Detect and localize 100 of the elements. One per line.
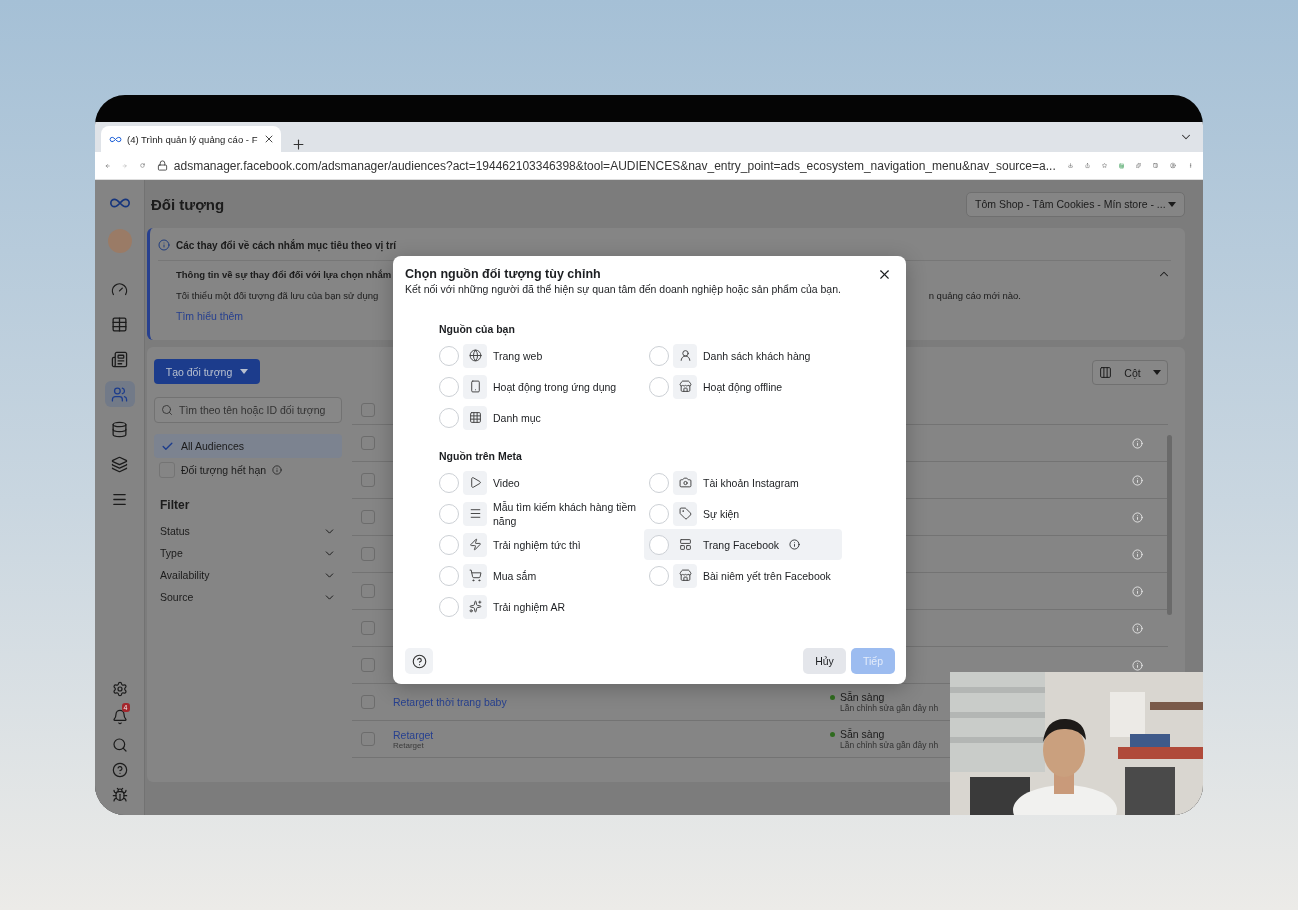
- checkbox[interactable]: [361, 547, 375, 561]
- checkbox[interactable]: [361, 402, 375, 417]
- radio-button[interactable]: [649, 376, 669, 397]
- option-label[interactable]: Bài niêm yết trên Facebook: [703, 568, 831, 583]
- store-icon: [673, 563, 697, 588]
- option-label[interactable]: Trang Facebook: [703, 537, 780, 552]
- help-button[interactable]: [405, 648, 433, 674]
- radio-button[interactable]: [439, 407, 459, 428]
- checkbox[interactable]: [361, 658, 375, 672]
- search-icon: [161, 404, 173, 416]
- checkbox[interactable]: [361, 473, 375, 487]
- notice-subheading: Thông tin về sự thay đổi đối với lựa chọn nhắm: [176, 268, 392, 280]
- option-label[interactable]: Hoạt động offline: [703, 379, 783, 394]
- option-label[interactable]: Tài khoản Instagram: [703, 475, 799, 490]
- radio-button[interactable]: [439, 503, 459, 524]
- view-item-selected[interactable]: All Audiences: [154, 434, 342, 458]
- person-icon: [673, 343, 697, 368]
- radio-button[interactable]: [649, 565, 669, 586]
- option-label[interactable]: Mua sắm: [493, 568, 537, 583]
- filter-label[interactable]: Status: [160, 525, 190, 537]
- columns-icon: [1099, 366, 1113, 379]
- lightning-icon: [463, 532, 487, 557]
- play-icon: [463, 470, 487, 495]
- notice-text: n quảng cáo mới nào.: [928, 289, 1021, 301]
- globe-icon: [463, 343, 487, 368]
- filter-label[interactable]: Availability: [160, 569, 210, 581]
- search-field[interactable]: Tìm theo tên hoặc ID đối tượng: [154, 397, 342, 423]
- bug-icon[interactable]: [111, 787, 128, 803]
- option-label[interactable]: Trải nghiệm AR: [493, 599, 565, 614]
- sparkle-icon: [463, 594, 487, 619]
- radio-button[interactable]: [649, 345, 669, 366]
- option-label[interactable]: Danh sách khách hàng: [703, 348, 811, 363]
- checkbox[interactable]: [361, 732, 375, 746]
- filter-label[interactable]: Source: [160, 591, 194, 603]
- filter-label[interactable]: Type: [160, 547, 183, 559]
- dialog-title: Chọn nguồn đối tượng tùy chỉnh: [405, 267, 602, 281]
- option-label[interactable]: Danh mục: [493, 410, 541, 425]
- option-label[interactable]: Trải nghiệm tức thì: [493, 537, 581, 552]
- phone-icon: [463, 374, 487, 399]
- bell-icon[interactable]: [111, 709, 128, 725]
- radio-button[interactable]: [439, 565, 459, 586]
- radio-button[interactable]: [439, 596, 459, 617]
- radio-button[interactable]: [439, 376, 459, 397]
- close-icon[interactable]: [877, 267, 892, 282]
- status-dot: [830, 731, 835, 737]
- layers-icon: [111, 455, 128, 473]
- radio-button[interactable]: [439, 534, 459, 555]
- nav-item[interactable]: [104, 381, 135, 407]
- checkbox[interactable]: [361, 695, 375, 709]
- account-dropdown[interactable]: Tôm Shop - Tâm Cookies - Mín store - ...: [966, 191, 1185, 217]
- section-heading: Nguồn của bạn: [439, 323, 516, 335]
- option-label[interactable]: Trang web: [493, 348, 543, 363]
- pages-icon: [111, 350, 128, 368]
- cart-icon: [463, 563, 487, 588]
- scrollbar[interactable]: [1167, 435, 1172, 615]
- checkbox[interactable]: [361, 510, 375, 524]
- option-label[interactable]: Video: [493, 475, 520, 490]
- page-title: Đối tượng: [151, 195, 225, 213]
- audience-type: Retarget: [393, 740, 424, 750]
- cancel-button[interactable]: Hủy: [803, 648, 846, 674]
- option-highlight[interactable]: Trang Facebook: [644, 529, 842, 560]
- info-icon: [1132, 548, 1143, 560]
- avatar-icon[interactable]: [107, 229, 132, 253]
- notice-text: Tối thiểu một đối tượng đã lưu của bạn sử dụng: [176, 289, 379, 301]
- settings-icon[interactable]: [111, 681, 128, 697]
- option-label[interactable]: Hoạt động trong ứng dụng: [493, 379, 617, 394]
- radio-button[interactable]: [649, 472, 669, 493]
- camera-icon: [673, 470, 697, 495]
- info-icon: [1132, 585, 1143, 597]
- create-audience-button[interactable]: Tạo đối tượng: [154, 359, 260, 384]
- info-icon: [1132, 622, 1143, 634]
- status-note: Lần chỉnh sửa gần đây nh: [840, 740, 939, 750]
- info-icon: [1132, 474, 1143, 486]
- filter-heading: Filter: [160, 498, 191, 512]
- help-icon[interactable]: [111, 762, 128, 778]
- checkbox[interactable]: [361, 584, 375, 598]
- help-icon: [411, 653, 427, 669]
- view-label[interactable]: All Audiences: [181, 440, 245, 452]
- radio-button[interactable]: [649, 534, 669, 555]
- tag-icon: [673, 501, 697, 526]
- store-icon: [673, 374, 697, 399]
- radio-button[interactable]: [439, 345, 459, 366]
- checkbox[interactable]: [361, 621, 375, 635]
- info-icon: [1132, 511, 1143, 523]
- new-tab-icon[interactable]: [291, 137, 306, 152]
- people-icon: [111, 385, 128, 403]
- close-icon[interactable]: [263, 133, 275, 145]
- radio-button[interactable]: [649, 503, 669, 524]
- search-icon[interactable]: [111, 737, 128, 753]
- lock-icon: [156, 160, 168, 171]
- checkbox[interactable]: [361, 436, 375, 450]
- view-label[interactable]: Đối tượng hết hạn: [181, 464, 267, 476]
- info-icon: [1132, 659, 1143, 671]
- browser-tab[interactable]: (4) Trình quản lý quảng cáo - F: [101, 126, 281, 152]
- grid-icon: [463, 405, 487, 430]
- info-icon: [158, 239, 170, 251]
- option-label[interactable]: Sự kiện: [703, 506, 740, 521]
- columns-button[interactable]: Cột: [1092, 360, 1168, 385]
- radio-button[interactable]: [439, 472, 459, 493]
- option-label[interactable]: Mẫu tìm kiếm khách hàng tiềm năng: [493, 499, 637, 528]
